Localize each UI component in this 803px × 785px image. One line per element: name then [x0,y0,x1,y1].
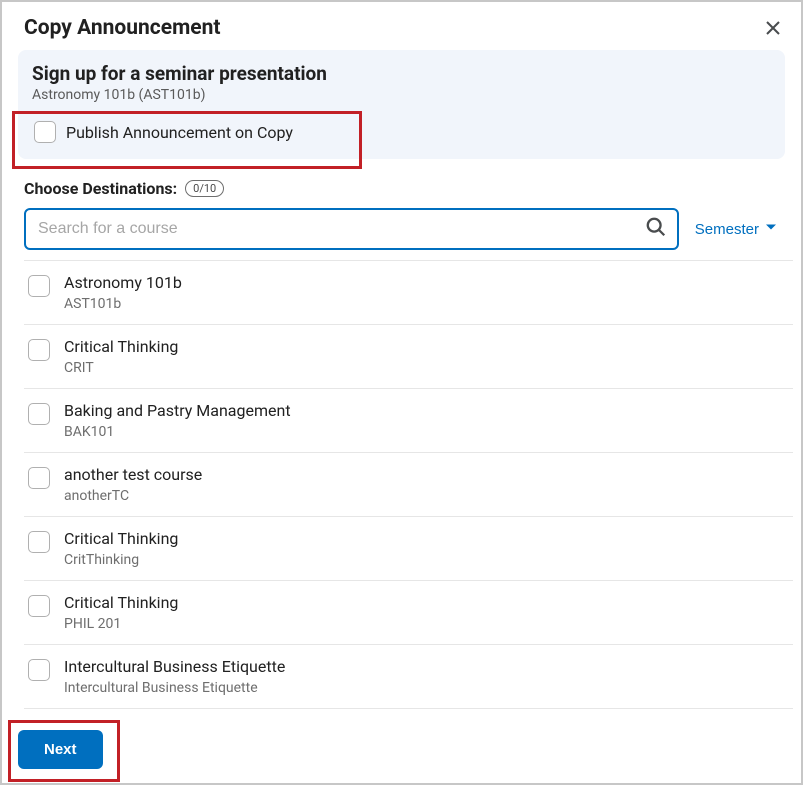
course-checkbox[interactable] [28,403,50,425]
course-text: Intercultural Business Etiquette Intercul… [64,657,285,696]
course-checkbox[interactable] [28,467,50,489]
course-code: CritThinking [64,552,178,568]
course-code: BAK101 [64,424,291,440]
course-name: Baking and Pastry Management [64,401,291,420]
course-row[interactable]: Intercultural Business Etiquette Intercul… [24,645,793,709]
course-name: another test course [64,465,202,484]
publish-label: Publish Announcement on Copy [66,123,293,142]
semester-filter-label: Semester [695,221,759,238]
search-filter-row: Semester [2,208,801,260]
course-checkbox[interactable] [28,339,50,361]
course-text: Critical Thinking PHIL 201 [64,593,178,632]
copy-announcement-dialog: Copy Announcement Sign up for a seminar … [0,0,803,785]
course-code: CRIT [64,360,178,376]
announcement-course: Astronomy 101b (AST101b) [32,87,771,103]
dialog-header: Copy Announcement [2,2,801,46]
course-text: another test course anotherTC [64,465,202,504]
course-name: Critical Thinking [64,593,178,612]
close-icon [765,20,781,36]
course-checkbox[interactable] [28,531,50,553]
course-name: Critical Thinking [64,337,178,356]
course-checkbox[interactable] [28,659,50,681]
chevron-down-icon [763,219,779,239]
course-name: Astronomy 101b [64,273,182,292]
close-button[interactable] [761,16,785,40]
announcement-banner: Sign up for a seminar presentation Astro… [18,50,785,159]
destinations-label: Choose Destinations: [24,179,177,198]
announcement-title: Sign up for a seminar presentation [32,62,771,85]
search-icon [645,216,667,242]
destinations-header: Choose Destinations: 0/10 [2,159,801,208]
course-row[interactable]: Critical Thinking PHIL 201 [24,581,793,645]
course-name: Critical Thinking [64,529,178,548]
course-row[interactable]: Critical Thinking CritThinking [24,517,793,581]
search-field-wrap[interactable] [24,208,679,250]
course-checkbox[interactable] [28,275,50,297]
course-text: Critical Thinking CRIT [64,337,178,376]
destinations-counter: 0/10 [185,180,224,197]
course-code: PHIL 201 [64,616,178,632]
course-code: AST101b [64,296,182,312]
dialog-footer: Next [2,716,801,783]
publish-on-copy-row: Publish Announcement on Copy [32,117,771,145]
course-text: Critical Thinking CritThinking [64,529,178,568]
course-row[interactable]: another test course anotherTC [24,453,793,517]
course-name: Intercultural Business Etiquette [64,657,285,676]
course-row[interactable]: Astronomy 101b AST101b [24,260,793,325]
course-text: Astronomy 101b AST101b [64,273,182,312]
course-code: anotherTC [64,488,202,504]
search-input[interactable] [38,220,645,238]
semester-filter-button[interactable]: Semester [695,219,779,239]
course-list[interactable]: Astronomy 101b AST101b Critical Thinking CR… [2,260,799,716]
course-code: Intercultural Business Etiquette [64,680,285,696]
course-row[interactable]: Critical Thinking CRIT [24,325,793,389]
course-row[interactable]: Baking and Pastry Management BAK101 [24,389,793,453]
dialog-title: Copy Announcement [24,16,220,40]
next-button[interactable]: Next [18,730,103,769]
publish-checkbox[interactable] [34,121,56,143]
course-text: Baking and Pastry Management BAK101 [64,401,291,440]
course-checkbox[interactable] [28,595,50,617]
